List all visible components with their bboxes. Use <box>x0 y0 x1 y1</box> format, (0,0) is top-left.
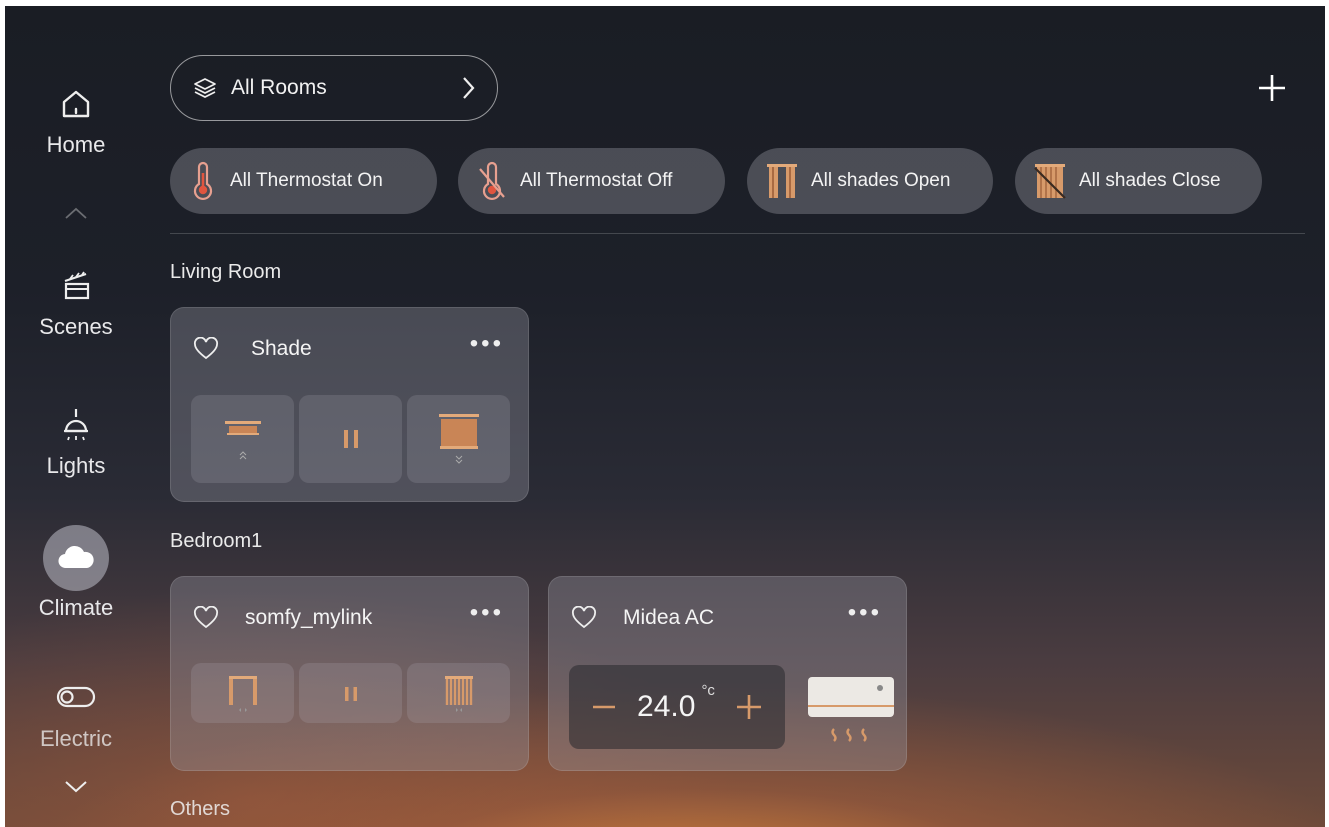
room-selector-label: All Rooms <box>231 76 327 99</box>
sidebar-item-label: Climate <box>38 595 114 620</box>
home-icon <box>62 90 90 118</box>
shades-open-icon <box>767 164 797 198</box>
shade-close-button[interactable] <box>407 395 510 483</box>
sidebar-item-electric[interactable]: Electric <box>24 682 128 752</box>
quick-action-label: All shades Open <box>811 170 951 191</box>
temperature-unit: °c <box>701 682 715 699</box>
app-screen: Home Scenes Lights Climate Electric All … <box>0 0 1329 827</box>
quick-action-label: All Thermostat Off <box>520 170 673 191</box>
quick-action-shades-close[interactable]: All shades Close <box>1015 148 1262 214</box>
layers-icon <box>194 78 216 98</box>
device-name: Midea AC <box>623 606 715 629</box>
device-card-shade[interactable]: Shade ••• <box>170 307 529 502</box>
shade-open-button[interactable] <box>191 395 294 483</box>
quick-action-shades-open[interactable]: All shades Open <box>747 148 993 214</box>
device-card-midea-ac[interactable]: Midea AC ••• 24.0 °c <box>548 576 907 771</box>
device-name: Shade <box>251 337 312 360</box>
toggle-switch-icon <box>56 686 96 708</box>
more-options-icon[interactable]: ••• <box>470 332 504 356</box>
shade-up-icon <box>224 421 261 435</box>
curtain-open-icon <box>228 676 257 712</box>
frame-border-top <box>0 0 1329 6</box>
active-indicator <box>43 525 109 591</box>
device-card-somfy-mylink[interactable]: somfy_mylink ••• <box>170 576 529 771</box>
heart-icon[interactable] <box>193 606 219 630</box>
pause-icon <box>344 687 357 701</box>
room-selector[interactable]: All Rooms <box>170 55 498 121</box>
sidebar-item-label: Lights <box>46 453 106 478</box>
chevron-up-icon[interactable] <box>62 204 90 222</box>
curtain-open-button[interactable] <box>191 663 294 723</box>
temperature-value: 24.0 <box>637 690 696 723</box>
double-chevron-up-icon <box>239 451 246 460</box>
quick-action-thermostat-off[interactable]: All Thermostat Off <box>458 148 725 214</box>
heart-icon[interactable] <box>571 606 597 630</box>
quick-action-thermostat-on[interactable]: All Thermostat On <box>170 148 437 214</box>
clapperboard-icon <box>64 271 90 300</box>
air-conditioner-icon[interactable] <box>806 675 896 747</box>
pause-icon <box>343 430 358 448</box>
quick-action-label: All shades Close <box>1079 170 1221 191</box>
section-divider <box>170 233 1305 234</box>
sidebar-item-label: Scenes <box>39 314 113 339</box>
shade-down-icon <box>438 414 479 449</box>
frame-border-right <box>1325 0 1329 827</box>
sidebar-item-climate[interactable]: Climate <box>24 525 128 621</box>
section-title: Living Room <box>170 261 282 283</box>
sidebar-item-scenes[interactable]: Scenes <box>24 266 128 340</box>
more-options-icon[interactable]: ••• <box>848 601 882 625</box>
section-title: Bedroom1 <box>170 530 263 552</box>
chevron-right-icon <box>463 77 475 99</box>
frame-border-left <box>0 0 5 827</box>
thermometer-off-icon <box>479 161 505 201</box>
heart-icon[interactable] <box>193 337 219 361</box>
minus-icon[interactable] <box>591 694 617 720</box>
quick-action-label: All Thermostat On <box>230 170 383 191</box>
sidebar-item-label: Electric <box>39 726 113 751</box>
chevron-down-icon[interactable] <box>62 778 90 796</box>
thermometer-icon <box>193 161 213 201</box>
device-name: somfy_mylink <box>245 606 373 629</box>
curtain-close-icon <box>444 676 473 712</box>
sidebar-item-label: Home <box>46 132 106 157</box>
shades-close-icon <box>1034 164 1066 199</box>
plus-icon[interactable] <box>1254 70 1290 106</box>
section-title: Others <box>170 798 231 820</box>
sidebar-item-lights[interactable]: Lights <box>24 405 128 479</box>
plus-icon[interactable] <box>735 693 763 721</box>
ceiling-light-icon <box>64 409 88 441</box>
double-chevron-down-icon <box>455 455 462 464</box>
curtain-close-button[interactable] <box>407 663 510 723</box>
temperature-control: 24.0 °c <box>569 665 785 749</box>
more-options-icon[interactable]: ••• <box>470 601 504 625</box>
cloud-icon <box>58 545 94 569</box>
shade-pause-button[interactable] <box>299 395 402 483</box>
curtain-pause-button[interactable] <box>299 663 402 723</box>
sidebar-item-home[interactable]: Home <box>24 84 128 158</box>
